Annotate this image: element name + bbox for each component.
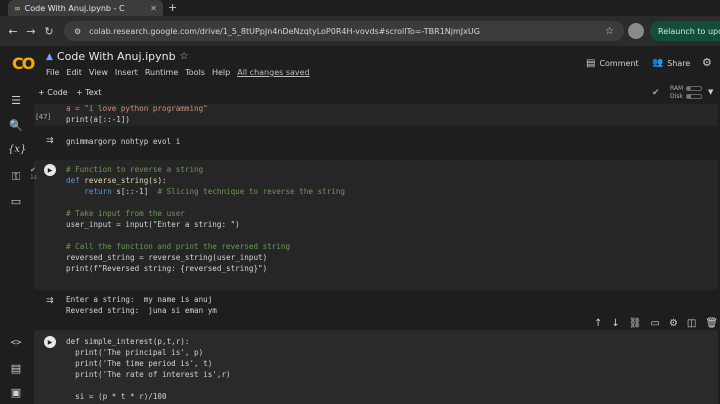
search-icon[interactable]: 🔍 xyxy=(8,119,24,132)
cell-settings-icon[interactable]: ⚙ xyxy=(669,318,678,329)
menu-runtime[interactable]: Runtime xyxy=(145,68,178,77)
delete-cell-icon[interactable]: 🗑 xyxy=(705,318,718,329)
colab-favicon-icon: ∞ xyxy=(14,3,21,13)
comment-button[interactable]: ▤ Comment xyxy=(586,58,639,69)
save-status[interactable]: All changes saved xyxy=(237,68,309,77)
code-line: print('The time period is', t) xyxy=(66,359,213,368)
cell-success-check-icon: ✔ xyxy=(30,166,36,174)
code-comment: # Call the function and print the revers… xyxy=(66,242,291,251)
menu-insert[interactable]: Insert xyxy=(115,68,138,77)
add-code-button[interactable]: + Code xyxy=(38,88,68,97)
menu-file[interactable]: File xyxy=(46,68,59,77)
code-line: print(f"Reversed string: {reversed_strin… xyxy=(66,264,268,273)
output-line: Reversed string: juna si eman ym xyxy=(66,306,217,315)
browser-tab-title: Code With Anuj.ipynb - C xyxy=(24,3,125,13)
menu-edit[interactable]: Edit xyxy=(66,68,82,77)
connected-check-icon: ✔ xyxy=(652,88,660,98)
notebook-area: [47] a = "i love python programming" pri… xyxy=(34,104,720,404)
notebook-title-row: ▲ Code With Anuj.ipynb ☆ xyxy=(46,50,189,63)
disk-usage-bar xyxy=(686,94,702,99)
cell-2-code[interactable]: # Function to reverse a string def rever… xyxy=(66,164,345,274)
bookmark-star-icon[interactable]: ☆ xyxy=(605,26,614,37)
share-icon: 👥 xyxy=(652,58,664,68)
run-cell-button[interactable]: ▶ xyxy=(44,336,56,348)
output-icon[interactable]: ⇉ xyxy=(46,296,54,306)
disk-label: Disk xyxy=(670,93,683,100)
cell-exec-time: 1s xyxy=(30,174,37,181)
profile-avatar[interactable] xyxy=(628,23,644,39)
code-snippets-icon[interactable]: <> xyxy=(8,338,24,348)
link-icon[interactable]: ⛓ xyxy=(629,318,642,329)
cell-2-output: Enter a string: my name is anuj Reversed… xyxy=(66,294,217,316)
settings-gear-icon[interactable]: ⚙ xyxy=(702,56,712,69)
close-tab-icon[interactable]: ✕ xyxy=(150,4,157,13)
terminal-icon[interactable]: ▣ xyxy=(8,386,24,399)
drive-icon: ▲ xyxy=(46,51,53,62)
share-label: Share xyxy=(667,58,691,68)
relaunch-button[interactable]: Relaunch to upd xyxy=(650,21,720,41)
browser-tab[interactable]: ∞ Code With Anuj.ipynb - C ✕ xyxy=(8,0,163,16)
code-line: print('The principal is', p) xyxy=(66,348,204,357)
code-line: s[::-1] xyxy=(111,187,158,196)
code-line: user_input = input("Enter a string: ") xyxy=(66,220,240,229)
secrets-key-icon[interactable]: ⚿ xyxy=(8,170,24,184)
menu-help[interactable]: Help xyxy=(212,68,230,77)
code-line: print('The rate of interest is',r) xyxy=(66,370,231,379)
code-comment: # Slicing technique to reverse the strin… xyxy=(157,187,345,196)
move-down-icon[interactable]: ↓ xyxy=(611,318,619,329)
notebook-toolbar xyxy=(0,86,720,104)
star-icon[interactable]: ☆ xyxy=(180,51,189,62)
code-line: reverse_string(s): xyxy=(84,176,167,185)
comment-icon: ▤ xyxy=(586,58,596,69)
site-info-icon[interactable]: ⚙ xyxy=(74,27,81,36)
notebook-title[interactable]: Code With Anuj.ipynb xyxy=(57,50,176,63)
menu-bar: File Edit View Insert Runtime Tools Help… xyxy=(46,68,310,77)
code-line: print(a[::-1]) xyxy=(66,115,131,124)
address-bar[interactable]: ⚙ colab.research.google.com/drive/1_5_8t… xyxy=(64,21,624,41)
share-button[interactable]: 👥 Share xyxy=(652,58,690,68)
code-cell-3[interactable]: ▶ def simple_interest(p,t,r): print('The… xyxy=(34,330,718,404)
code-line: a = "i love python programming" xyxy=(66,104,208,113)
menu-tools[interactable]: Tools xyxy=(185,68,205,77)
code-cell-2[interactable]: ▶ # Function to reverse a string def rev… xyxy=(34,160,718,290)
code-line: def simple_interest(p,t,r): xyxy=(66,337,190,346)
command-palette-icon[interactable]: ▤ xyxy=(8,362,24,375)
url-text: colab.research.google.com/drive/1_5_8tUP… xyxy=(89,26,480,36)
ram-disk-indicator[interactable]: ✔ RAM Disk ▼ xyxy=(650,84,713,102)
runtime-dropdown-icon[interactable]: ▼ xyxy=(708,88,713,96)
files-folder-icon[interactable]: ▭ xyxy=(8,195,24,208)
reload-icon[interactable]: ↻ xyxy=(40,25,58,38)
comment-cell-icon[interactable]: ▭ xyxy=(650,318,659,329)
table-of-contents-icon[interactable]: ☰ xyxy=(8,94,24,107)
execution-count: [47] xyxy=(36,113,51,121)
left-sidebar xyxy=(0,86,32,404)
ram-usage-bar xyxy=(686,86,702,91)
move-up-icon[interactable]: ↑ xyxy=(594,318,602,329)
cell-3-code[interactable]: def simple_interest(p,t,r): print('The p… xyxy=(66,336,231,402)
code-comment: # Take input from the user xyxy=(66,209,185,218)
ram-label: RAM xyxy=(670,85,684,92)
back-icon[interactable]: ← xyxy=(4,25,22,38)
code-keyword: def xyxy=(66,176,80,185)
output-icon[interactable]: ⇉ xyxy=(46,136,54,146)
cell-1-output: gnimmargorp nohtyp evol i xyxy=(66,137,181,146)
code-cell-1[interactable]: [47] a = "i love python programming" pri… xyxy=(34,104,718,126)
colab-logo[interactable]: CO xyxy=(12,54,35,73)
output-line: Enter a string: my name is anuj xyxy=(66,295,213,304)
new-tab-button[interactable]: + xyxy=(168,1,177,14)
cell-1-code[interactable]: a = "i love python programming" print(a[… xyxy=(66,104,208,125)
add-text-button[interactable]: + Text xyxy=(76,88,101,97)
cell-toolbar: ↑ ↓ ⛓ ▭ ⚙ ◫ 🗑 ⋮ xyxy=(594,318,720,329)
code-comment: # Function to reverse a string xyxy=(66,165,204,174)
forward-icon[interactable]: → xyxy=(22,25,40,38)
run-cell-button[interactable]: ▶ xyxy=(44,164,56,176)
comment-label: Comment xyxy=(599,59,639,68)
mirror-cell-icon[interactable]: ◫ xyxy=(687,318,696,329)
code-keyword: return xyxy=(84,187,112,196)
menu-view[interactable]: View xyxy=(89,68,108,77)
code-line: reversed_string = reverse_string(user_in… xyxy=(66,253,268,262)
variables-icon[interactable]: {x} xyxy=(8,144,26,155)
code-line: si = (p * t * r)/100 xyxy=(66,392,167,401)
